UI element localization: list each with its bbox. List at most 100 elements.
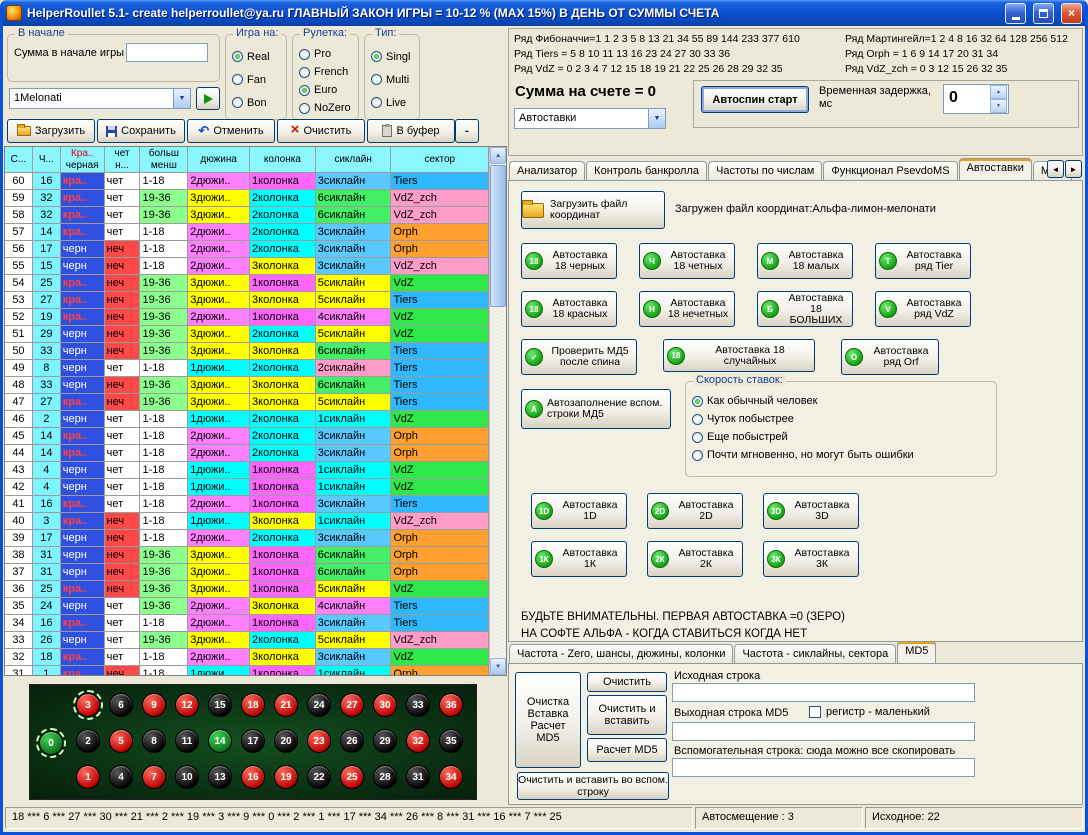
- tab-bankroll-control[interactable]: Контроль банкролла: [586, 161, 707, 180]
- radio-icon[interactable]: [371, 74, 382, 85]
- radio-icon[interactable]: [232, 51, 243, 62]
- check-md5-after-spin-button[interactable]: ✓Проверить МД5 после спина: [521, 339, 637, 375]
- game-real-radio[interactable]: Real: [232, 45, 284, 68]
- roulette-number-chip[interactable]: 35: [439, 729, 463, 753]
- roulette-number-chip[interactable]: 28: [373, 765, 397, 789]
- mode-combo[interactable]: Автоставки ▼: [514, 108, 666, 129]
- load-button[interactable]: Загрузить: [7, 119, 95, 143]
- wheel-euro-radio[interactable]: Euro: [299, 81, 356, 99]
- roulette-number-chip[interactable]: 36: [439, 693, 463, 717]
- autobet-18-low-button[interactable]: МАвтоставка 18 малых: [757, 243, 853, 279]
- lowercase-register-checkbox[interactable]: [809, 706, 821, 718]
- tab-psevdoms[interactable]: Функционал PsevdoMS: [823, 161, 957, 180]
- md5-clear-paste-button[interactable]: Очистить и вставить: [587, 695, 667, 735]
- type-live-radio[interactable]: Live: [371, 91, 417, 114]
- delay-spinner[interactable]: 0 ▲ ▼: [943, 84, 1009, 114]
- spinner-up-button[interactable]: ▲: [990, 85, 1007, 99]
- radio-icon[interactable]: [299, 67, 310, 78]
- roulette-number-chip[interactable]: 21: [274, 693, 298, 717]
- roulette-number-chip[interactable]: 31: [406, 765, 430, 789]
- autobet-row-vdz-button[interactable]: VАвтоставка ряд VdZ: [875, 291, 971, 327]
- autobet-2k-button[interactable]: 2КАвтоставка 2К: [647, 541, 743, 577]
- load-coordinates-button[interactable]: Загрузить файл координат: [521, 191, 665, 229]
- roulette-number-chip[interactable]: 24: [307, 693, 331, 717]
- autobet-18-red-button[interactable]: 18Автоставка 18 красных: [521, 291, 617, 327]
- autobet-row-tier-button[interactable]: ТАвтоставка ряд Tier: [875, 243, 971, 279]
- roulette-number-chip[interactable]: 2: [76, 729, 100, 753]
- save-button[interactable]: Сохранить: [97, 119, 185, 143]
- radio-icon[interactable]: [299, 49, 310, 60]
- wheel-french-radio[interactable]: French: [299, 63, 356, 81]
- radio-icon[interactable]: [692, 450, 703, 461]
- speed-instant-radio[interactable]: Почти мгновенно, но могут быть ошибки: [692, 446, 994, 464]
- profile-combo[interactable]: 1Melonati ▼: [9, 88, 191, 109]
- close-button[interactable]: ×: [1061, 3, 1082, 24]
- roulette-number-chip[interactable]: 33: [406, 693, 430, 717]
- radio-icon[interactable]: [299, 103, 310, 114]
- autobet-1k-button[interactable]: 1КАвтоставка 1К: [531, 541, 627, 577]
- autobet-18-black-button[interactable]: 18Автоставка 18 черных: [521, 243, 617, 279]
- roulette-number-chip[interactable]: 11: [175, 729, 199, 753]
- md5-calc-button[interactable]: Расчет MD5: [587, 738, 667, 762]
- autobet-18-even-button[interactable]: ЧАвтоставка 18 четных: [639, 243, 735, 279]
- wheel-pro-radio[interactable]: Pro: [299, 45, 356, 63]
- roulette-number-chip[interactable]: 20: [274, 729, 298, 753]
- md5-clear-button[interactable]: Очистить: [587, 672, 667, 692]
- roulette-number-chip[interactable]: 32: [406, 729, 430, 753]
- tab-analyzer[interactable]: Анализатор: [509, 161, 585, 180]
- output-string-input[interactable]: [672, 722, 975, 741]
- spinner-down-button[interactable]: ▼: [990, 99, 1007, 113]
- clear-paste-helper-button[interactable]: Очистить и вставить во вспом. строку: [517, 772, 669, 800]
- tab-freq-zero-chances-dozens-columns[interactable]: Частота - Zero, шансы, дюжины, колонки: [509, 644, 733, 663]
- roulette-number-chip[interactable]: 0: [39, 731, 63, 755]
- to-buffer-button[interactable]: В буфер: [367, 119, 455, 143]
- roulette-number-chip[interactable]: 29: [373, 729, 397, 753]
- md5-multi-button[interactable]: Очистка Вставка Расчет MD5: [515, 672, 581, 768]
- autobet-3k-button[interactable]: 3КАвтоставка 3К: [763, 541, 859, 577]
- radio-icon[interactable]: [232, 74, 243, 85]
- scroll-up-button[interactable]: ▲: [490, 147, 506, 164]
- tab-freq-sixlines-sectors[interactable]: Частота - сиклайны, сектора: [734, 644, 896, 663]
- chevron-down-icon[interactable]: ▼: [173, 89, 190, 108]
- source-string-input[interactable]: [672, 683, 975, 702]
- table-scrollbar[interactable]: ▲ ▼: [489, 147, 506, 675]
- roulette-number-chip[interactable]: 9: [142, 693, 166, 717]
- roulette-number-chip[interactable]: 6: [109, 693, 133, 717]
- roulette-number-chip[interactable]: 18: [241, 693, 265, 717]
- autospin-start-button[interactable]: Автоспин старт: [701, 86, 809, 113]
- tab-autobets[interactable]: Автоставки: [959, 158, 1032, 180]
- roulette-number-chip[interactable]: 7: [142, 765, 166, 789]
- radio-icon[interactable]: [692, 414, 703, 425]
- roulette-number-chip[interactable]: 23: [307, 729, 331, 753]
- collapse-button[interactable]: -: [455, 119, 479, 143]
- radio-icon[interactable]: [232, 97, 243, 108]
- roulette-number-chip[interactable]: 14: [208, 729, 232, 753]
- type-singl-radio[interactable]: Singl: [371, 45, 417, 68]
- tabs-scroll-right-button[interactable]: ►: [1065, 160, 1082, 178]
- title-bar[interactable]: HelperRoullet 5.1- create helperroullet@…: [0, 0, 1088, 26]
- scroll-thumb[interactable]: [490, 165, 506, 307]
- tabs-scroll-left-button[interactable]: ◄: [1047, 160, 1064, 178]
- scroll-down-button[interactable]: ▼: [490, 658, 506, 675]
- autobet-18-high-button[interactable]: БАвтоставка 18 БОЛЬШИХ: [757, 291, 853, 327]
- speed-bit-faster-radio[interactable]: Чуток побыстрее: [692, 410, 994, 428]
- autofill-md5-helper-button[interactable]: А Автозаполнение вспом. строки МД5: [521, 389, 671, 429]
- roulette-number-chip[interactable]: 4: [109, 765, 133, 789]
- roulette-number-chip[interactable]: 1: [76, 765, 100, 789]
- radio-icon[interactable]: [371, 97, 382, 108]
- minimize-button[interactable]: [1005, 3, 1026, 24]
- radio-icon[interactable]: [692, 396, 703, 407]
- roulette-number-chip[interactable]: 25: [340, 765, 364, 789]
- roulette-number-chip[interactable]: 26: [340, 729, 364, 753]
- helper-string-input[interactable]: [672, 758, 975, 777]
- tab-md5-panel[interactable]: MD5: [897, 641, 936, 663]
- autobet-18-odd-button[interactable]: НАвтоставка 18 нечетных: [639, 291, 735, 327]
- roulette-number-chip[interactable]: 8: [142, 729, 166, 753]
- roulette-number-chip[interactable]: 16: [241, 765, 265, 789]
- clear-button[interactable]: Очистить: [277, 119, 365, 143]
- roulette-number-chip[interactable]: 17: [241, 729, 265, 753]
- roulette-number-chip[interactable]: 30: [373, 693, 397, 717]
- roulette-number-chip[interactable]: 15: [208, 693, 232, 717]
- game-bon-radio[interactable]: Bon: [232, 91, 284, 114]
- maximize-button[interactable]: [1033, 3, 1054, 24]
